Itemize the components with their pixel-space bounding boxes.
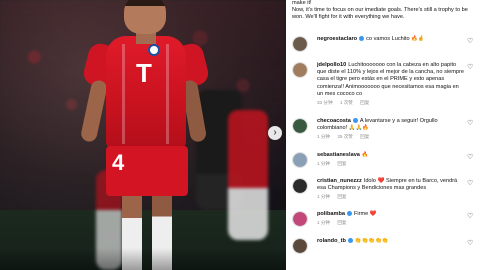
comment-text: Firme	[353, 211, 369, 217]
comment-time: 1 分钟	[317, 194, 331, 200]
like-heart-icon[interactable]: ♡	[467, 213, 475, 221]
comment-time: 1 分钟	[317, 220, 331, 226]
avatar[interactable]	[292, 211, 308, 227]
jersey-stripe	[122, 44, 125, 144]
verified-icon	[347, 238, 353, 244]
jersey-stripe	[166, 44, 169, 144]
head	[124, 0, 166, 34]
comment-username[interactable]: rolando_tb	[317, 238, 346, 244]
jersey	[106, 36, 186, 148]
avatar[interactable]	[292, 36, 308, 52]
avatar[interactable]	[292, 118, 308, 134]
comments-panel: make it! Now, it's time to focus on our …	[286, 0, 480, 270]
reply-button[interactable]: 回复	[360, 100, 369, 105]
comment-time: 1 分钟	[317, 161, 331, 167]
verified-icon	[359, 36, 365, 42]
sponsor-logo: T	[136, 58, 152, 88]
caption-line: make it!	[292, 0, 312, 6]
comment-username[interactable]: negroestaclaro	[317, 36, 357, 42]
post-photo[interactable]: T 4 ›	[0, 0, 286, 270]
comment-emoji: 🙏🙏🔥	[348, 125, 369, 132]
comment-emoji: ❤️	[369, 211, 377, 217]
next-photo-button[interactable]: ›	[268, 126, 282, 140]
shorts-number: 4	[112, 150, 125, 175]
comment-item: negroestaclaro co vamos Luchito 🔥🤞 ♡	[286, 36, 480, 52]
comment-time: 1 分钟	[317, 134, 331, 140]
comment-item: cristian_nunezzz Idolo ❤️ Siempre en tu B…	[286, 178, 480, 200]
comment-item: sebastianeslava 🔥 1 分钟 回复 ♡	[286, 152, 480, 168]
verified-icon	[346, 211, 352, 217]
background-player	[228, 110, 268, 240]
comment-username[interactable]: jdelpollo10	[317, 62, 346, 68]
post-viewer: T 4 › make it! Now, it's time to focus o…	[0, 0, 480, 270]
comment-item: polibamba Firme ❤️ 1 分钟 回复 ♡	[286, 211, 480, 227]
main-player: T 4	[79, 0, 212, 270]
like-heart-icon[interactable]: ♡	[467, 240, 475, 248]
avatar[interactable]	[292, 152, 308, 168]
chevron-right-icon: ›	[273, 127, 277, 138]
avatar[interactable]	[292, 178, 308, 194]
comment-emoji: 👏👏👏👏👏	[354, 238, 389, 244]
comment-username[interactable]: polibamba	[317, 211, 345, 217]
comment-time: 33 分钟	[317, 100, 333, 106]
verified-icon	[352, 118, 358, 124]
post-caption: make it! Now, it's time to focus on our …	[286, 0, 480, 22]
caption-line: Now, it's time to focus on our imediate …	[292, 7, 468, 21]
reply-button[interactable]: 回复	[360, 134, 369, 139]
comment-item: rolando_tb 👏👏👏👏👏 ♡	[286, 238, 480, 254]
comment-username[interactable]: checoacosta	[317, 118, 351, 124]
comment-username[interactable]: sebastianeslava	[317, 152, 360, 158]
comment-item: jdelpollo10 Luchitooooooo con la cabeza e…	[286, 62, 480, 106]
comment-item: checoacosta A levantarse y a seguir! Orgu…	[286, 118, 480, 140]
comment-emoji: 🔥	[361, 152, 369, 158]
like-heart-icon[interactable]: ♡	[467, 180, 475, 188]
comment-username[interactable]: cristian_nunezzz	[317, 178, 362, 184]
like-heart-icon[interactable]: ♡	[467, 120, 475, 128]
comment-text: co vamos Luchito	[366, 36, 410, 42]
left-arm	[79, 79, 109, 143]
like-heart-icon[interactable]: ♡	[467, 154, 475, 162]
avatar[interactable]	[292, 238, 308, 254]
photo-shade	[0, 248, 286, 270]
comment-likes[interactable]: 1 次赞	[340, 100, 353, 105]
like-heart-icon[interactable]: ♡	[467, 38, 475, 46]
like-heart-icon[interactable]: ♡	[467, 64, 475, 72]
reply-button[interactable]: 回复	[337, 220, 346, 225]
avatar[interactable]	[292, 62, 308, 78]
reply-button[interactable]: 回复	[337, 161, 346, 166]
comment-likes[interactable]: 25 次赞	[337, 134, 353, 139]
reply-button[interactable]: 回复	[337, 194, 346, 199]
comment-emoji: 🔥🤞	[411, 36, 425, 42]
club-crest	[148, 44, 160, 56]
